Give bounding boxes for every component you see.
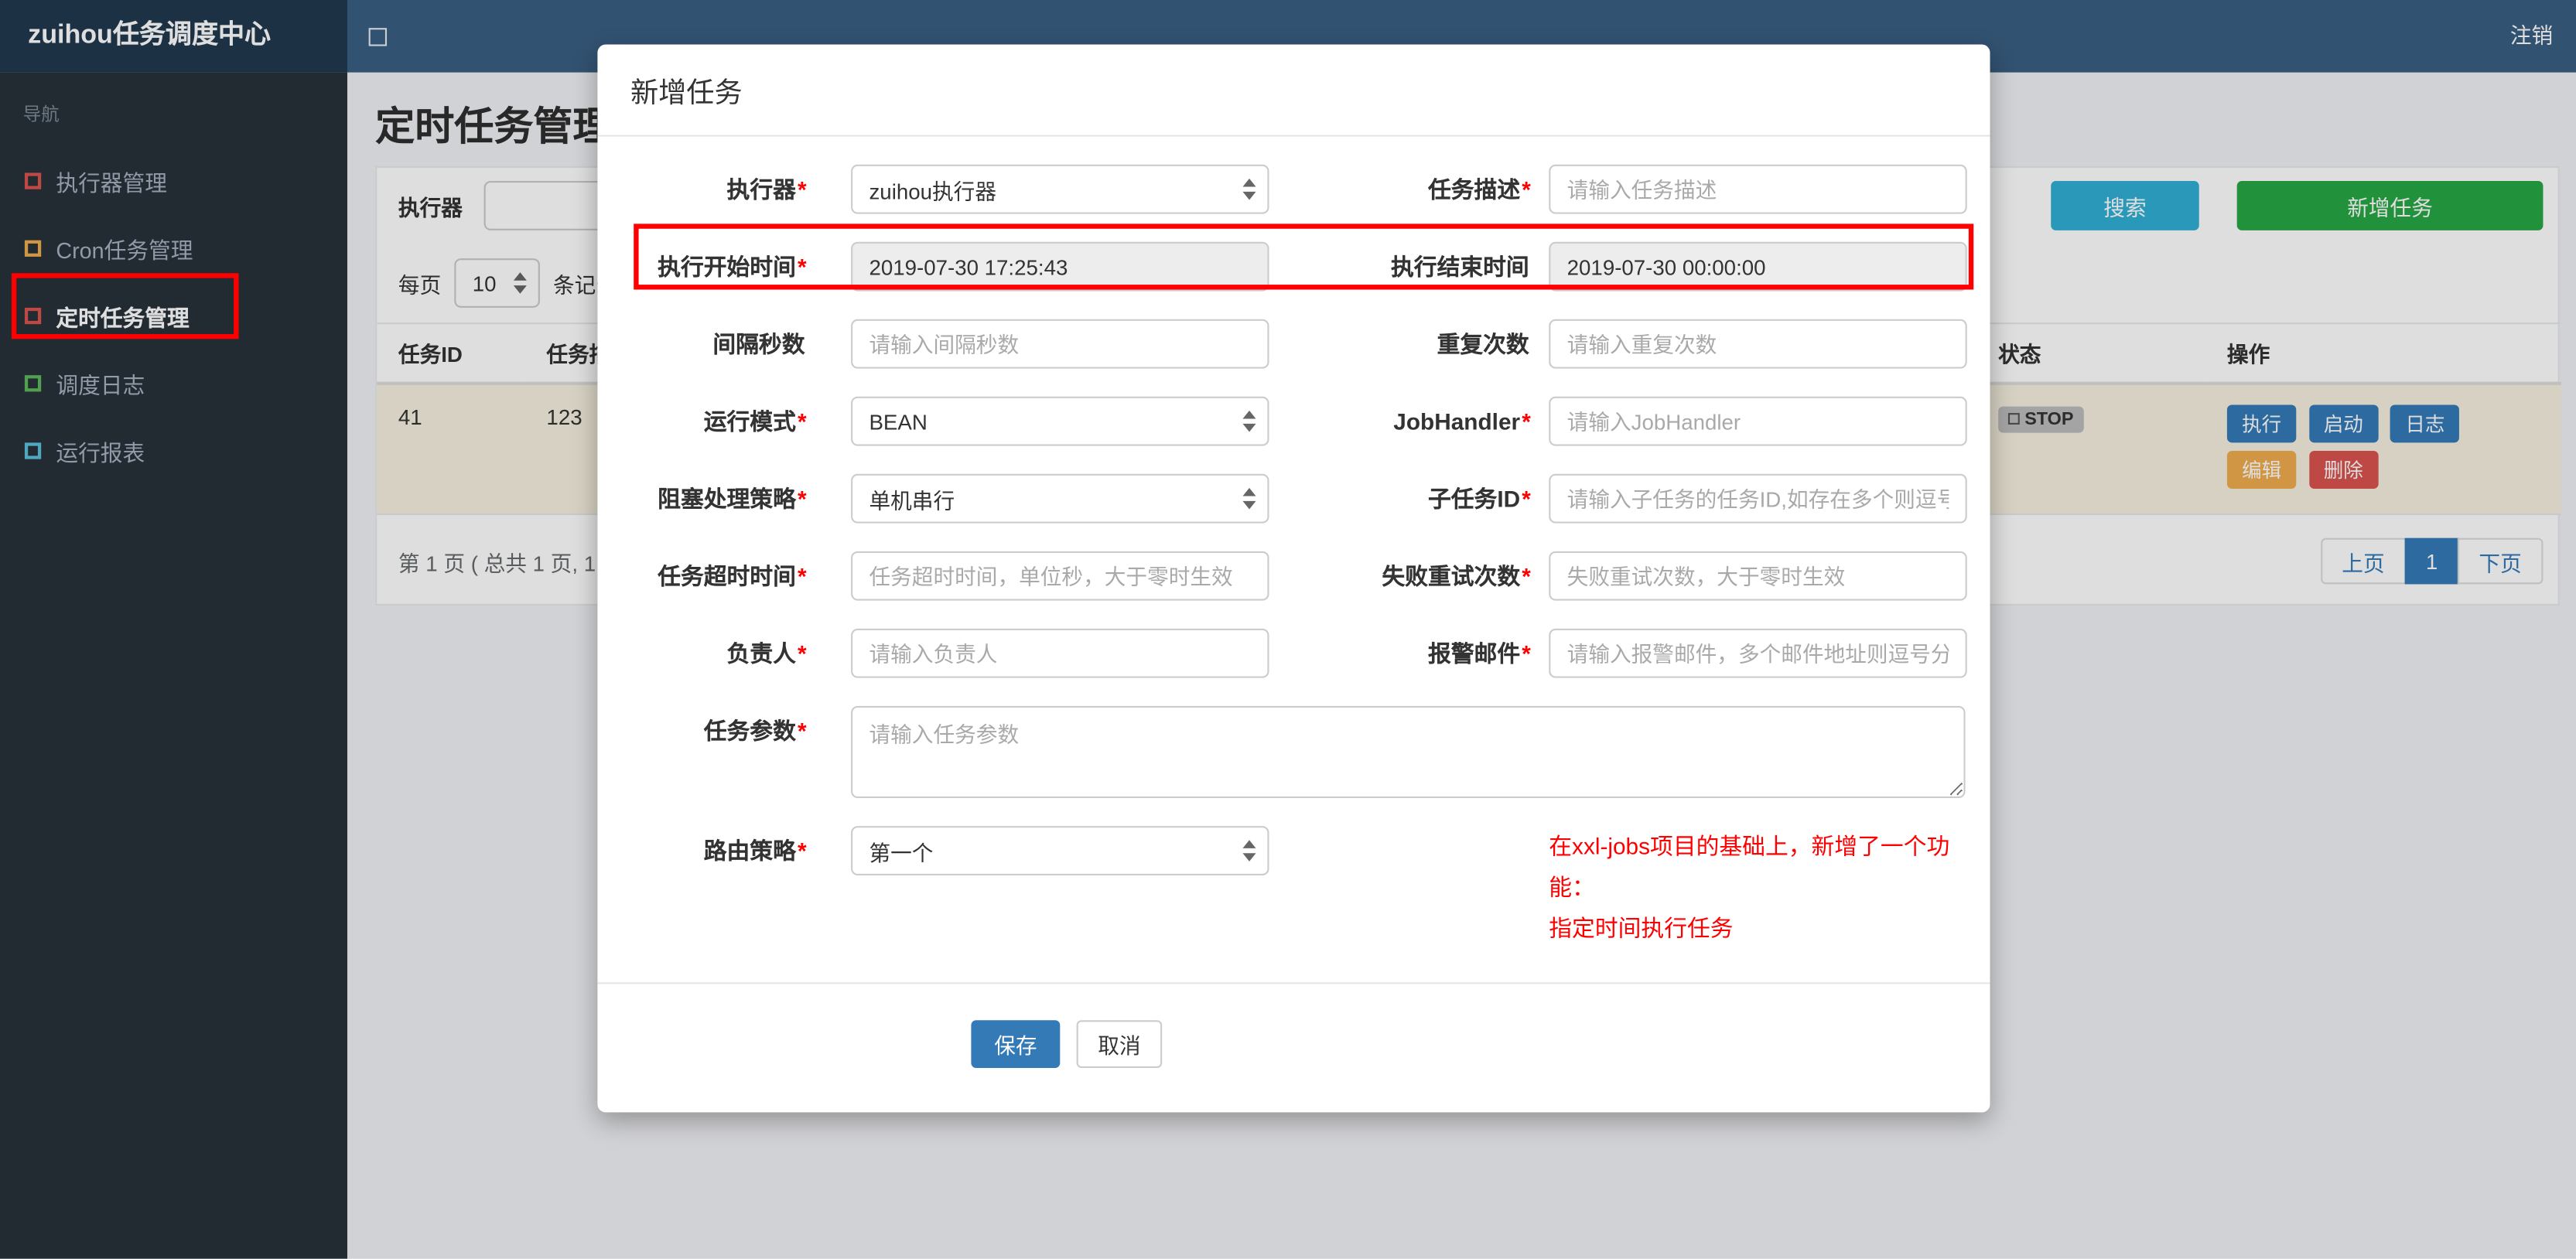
executor-select[interactable]: zuihou执行器 xyxy=(851,164,1269,214)
owner-input[interactable] xyxy=(851,628,1269,678)
run-mode-label: 运行模式 * xyxy=(703,408,807,435)
interval-label: 间隔秒数 xyxy=(712,330,805,357)
end-time-input[interactable] xyxy=(1549,241,1967,292)
select-caret-icon xyxy=(1242,487,1256,510)
form-row-time: 执行开始时间* 执行结束时间 xyxy=(597,241,1990,292)
task-desc-input[interactable] xyxy=(1549,164,1967,214)
block-strategy-select[interactable]: 单机串行 xyxy=(851,473,1269,524)
route-note: 在xxl-jobs项目的基础上，新增了一个功能： 指定时间执行任务 xyxy=(1549,832,1950,942)
start-time-input[interactable] xyxy=(851,241,1269,292)
route-strategy-select[interactable]: 第一个 xyxy=(851,826,1269,875)
repeat-count-label: 重复次数 xyxy=(1437,330,1529,357)
modal-footer: 保存 取消 xyxy=(597,984,1990,1112)
form-row: 阻塞处理策略 * 单机串行 子任务ID * xyxy=(597,473,1990,524)
repeat-count-input[interactable] xyxy=(1549,319,1967,369)
run-mode-select[interactable]: BEAN xyxy=(851,396,1269,446)
route-strategy-label: 路由策略 * xyxy=(703,838,807,865)
retry-count-input[interactable] xyxy=(1549,551,1967,601)
form-row: 执行器 * zuihou执行器 任务描述 * xyxy=(597,164,1990,214)
jobhandler-label: JobHandler * xyxy=(1393,408,1531,435)
owner-label: 负责人 * xyxy=(726,640,807,667)
jobhandler-input[interactable] xyxy=(1549,396,1967,446)
form-row: 负责人* 报警邮件* xyxy=(597,628,1990,678)
form-row: 任务超时时间* 失败重试次数* xyxy=(597,551,1990,601)
block-strategy-label: 阻塞处理策略 * xyxy=(658,485,807,512)
task-params-textarea[interactable] xyxy=(851,705,1966,798)
child-task-id-label: 子任务ID * xyxy=(1427,485,1531,512)
modal-header: 新增任务 xyxy=(597,44,1990,137)
alarm-email-input[interactable] xyxy=(1549,628,1967,678)
form-row: 运行模式 * BEAN JobHandler * xyxy=(597,396,1990,446)
form-row-route: 路由策略 * 第一个 在xxl-jobs项目的基础上，新增了一个功能： 指定时间执… xyxy=(597,826,1990,950)
select-caret-icon xyxy=(1242,178,1256,200)
modal-body: 执行器* zuihou执行器 任务描述* 执行开始时间* 执行结束时间 间隔秒数 xyxy=(597,137,1990,1113)
executor-label: 执行器 * xyxy=(726,176,807,203)
timeout-label: 任务超时时间 * xyxy=(658,562,807,589)
screen: zuihou任务调度中心 注销 导航 执行器管理 Cron任务管理 定时任务管理… xyxy=(0,0,2576,1259)
timeout-input[interactable] xyxy=(851,551,1269,601)
retry-count-label: 失败重试次数 * xyxy=(1382,562,1531,589)
task-params-label: 任务参数 * xyxy=(703,717,807,744)
end-time-label: 执行结束时间 xyxy=(1390,253,1529,280)
alarm-email-label: 报警邮件 * xyxy=(1427,640,1531,667)
add-task-modal: 新增任务 执行器* zuihou执行器 任务描述* 执行开始时间* 执行结束时间 xyxy=(597,44,1990,1113)
select-caret-icon xyxy=(1242,410,1256,432)
select-caret-icon xyxy=(1242,840,1256,862)
modal-title: 新增任务 xyxy=(630,77,743,109)
save-button[interactable]: 保存 xyxy=(971,1020,1061,1068)
form-row-params: 任务参数 * xyxy=(597,705,1990,798)
child-task-id-input[interactable] xyxy=(1549,473,1967,524)
form-row: 间隔秒数 重复次数 xyxy=(597,319,1990,369)
interval-seconds-input[interactable] xyxy=(851,319,1269,369)
task-desc-label: 任务描述 * xyxy=(1427,176,1531,203)
start-time-label: 执行开始时间 * xyxy=(658,253,807,280)
cancel-button[interactable]: 取消 xyxy=(1076,1020,1163,1068)
viewport: zuihou任务调度中心 注销 导航 执行器管理 Cron任务管理 定时任务管理… xyxy=(0,0,2576,1259)
